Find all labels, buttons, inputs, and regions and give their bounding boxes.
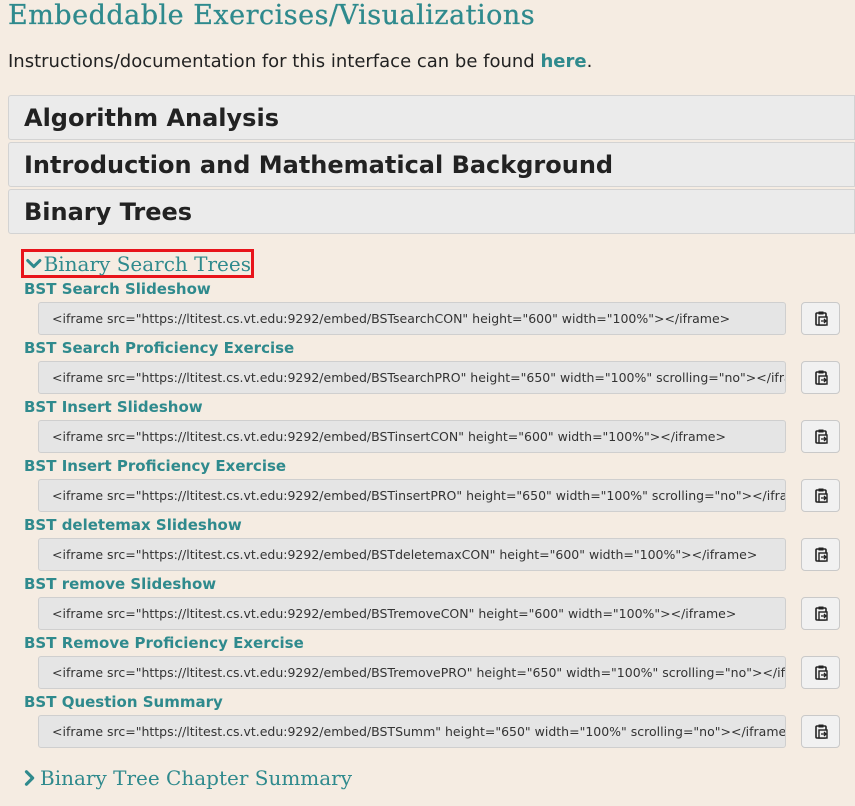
embed-item-label: BST Search Slideshow [24,280,211,298]
embed-code-field[interactable]: <iframe src="https://ltitest.cs.vt.edu:9… [38,302,786,335]
intro-text-body: Instructions/documentation for this inte… [8,51,541,72]
chevron-down-icon [26,258,42,268]
copy-button[interactable] [801,538,840,571]
copy-button[interactable] [801,361,840,394]
embed-item-label: BST Search Proficiency Exercise [24,339,295,357]
subsection-binary-search-trees[interactable]: Binary Search Trees [21,249,254,278]
copy-button[interactable] [801,715,840,748]
copy-button[interactable] [801,479,840,512]
clipboard-icon [813,605,829,622]
embed-code-field[interactable]: <iframe src="https://ltitest.cs.vt.edu:9… [38,656,786,689]
clipboard-icon [813,369,829,386]
clipboard-icon [813,487,829,504]
copy-button[interactable] [801,420,840,453]
chapter-summary-label: Binary Tree Chapter Summary [40,766,353,790]
embed-item-label: BST remove Slideshow [24,575,217,593]
embed-item-label: BST Question Summary [24,693,223,711]
clipboard-icon [813,546,829,563]
embed-code-field[interactable]: <iframe src="https://ltitest.cs.vt.edu:9… [38,361,786,394]
embed-code-field[interactable]: <iframe src="https://ltitest.cs.vt.edu:9… [38,538,786,571]
documentation-link[interactable]: here [540,51,586,72]
copy-button[interactable] [801,597,840,630]
intro-text-end: . [586,51,593,72]
clipboard-icon [813,723,829,740]
embed-item-label: BST Insert Slideshow [24,398,203,416]
section-label: Binary Trees [24,197,193,226]
section-binary-trees[interactable]: Binary Trees [8,189,855,234]
copy-button[interactable] [801,302,840,335]
page-title: Embeddable Exercises/Visualizations [8,0,536,31]
embed-code-field[interactable]: <iframe src="https://ltitest.cs.vt.edu:9… [38,420,786,453]
embed-code-field[interactable]: <iframe src="https://ltitest.cs.vt.edu:9… [38,479,786,512]
chapter-summary-link[interactable]: Binary Tree Chapter Summary [22,766,352,790]
clipboard-icon [813,664,829,681]
clipboard-icon [813,310,829,327]
chevron-right-icon [24,770,35,786]
section-label: Introduction and Mathematical Background [24,150,614,179]
embed-code-field[interactable]: <iframe src="https://ltitest.cs.vt.edu:9… [38,597,786,630]
embed-code-field[interactable]: <iframe src="https://ltitest.cs.vt.edu:9… [38,715,786,748]
section-algorithm-analysis[interactable]: Algorithm Analysis [8,95,855,140]
embed-item-label: BST Remove Proficiency Exercise [24,634,304,652]
section-intro-math-background[interactable]: Introduction and Mathematical Background [8,142,855,187]
intro-text: Instructions/documentation for this inte… [8,51,592,72]
subsection-label: Binary Search Trees [43,251,251,276]
section-label: Algorithm Analysis [24,103,279,132]
embed-item-label: BST deletemax Slideshow [24,516,242,534]
copy-button[interactable] [801,656,840,689]
embed-item-label: BST Insert Proficiency Exercise [24,457,287,475]
clipboard-icon [813,428,829,445]
